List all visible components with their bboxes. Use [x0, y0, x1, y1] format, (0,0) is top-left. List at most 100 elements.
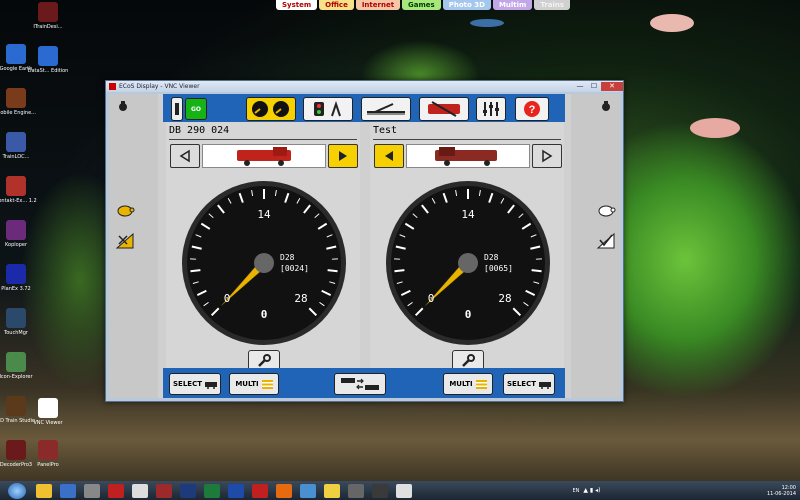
desktop-icon-label: Icon-Explorer: [0, 374, 33, 380]
wrench-icon: [462, 354, 475, 367]
maximize-button[interactable]: ☐: [587, 82, 601, 91]
app-icon: [6, 352, 26, 372]
window-titlebar[interactable]: ECoS Display - VNC Viewer — ☐ ✕: [106, 81, 623, 92]
desktop-icon[interactable]: DataSt... Edition: [24, 46, 72, 74]
launcher-tab[interactable]: Trains: [534, 0, 571, 10]
arrow-right-icon: [339, 151, 347, 161]
multi-right-button[interactable]: MULTI: [443, 373, 493, 395]
app-taskbar-icon[interactable]: [324, 483, 340, 498]
desktop-icon[interactable]: Mobile Engine...: [0, 88, 40, 116]
desktop-icon[interactable]: Kontakt-Ex... 1.2: [0, 176, 40, 204]
track-icon: [367, 103, 405, 115]
launcher-tab[interactable]: System: [276, 0, 318, 10]
tray-icons[interactable]: ▲ ▮ ◂): [583, 487, 600, 494]
help-icon: ?: [524, 101, 540, 117]
launcher-tabs: System Office Internet Games Photo 3D Multim T…: [276, 0, 571, 10]
app-icon: [6, 264, 26, 284]
speed-value: 0: [261, 308, 268, 321]
desktop-icon[interactable]: VNC Viewer: [24, 398, 72, 426]
select-loco-right-button[interactable]: SELECT: [503, 373, 555, 395]
language-indicator[interactable]: EN: [572, 488, 583, 494]
select-loco-left-button[interactable]: SELECT: [169, 373, 221, 395]
word-taskbar-icon[interactable]: [228, 483, 244, 498]
direction-reverse-button[interactable]: [374, 144, 404, 168]
desktop-icon-label: Kontakt-Ex... 1.2: [0, 198, 37, 204]
clock[interactable]: 12:00 11-06-2014: [767, 485, 800, 497]
multi-left-button[interactable]: MULTI: [229, 373, 279, 395]
decoder-program-button[interactable]: [419, 97, 469, 121]
desktop-icon[interactable]: Icon-Explorer: [0, 352, 40, 380]
app-icon: [6, 132, 26, 152]
launcher-tab[interactable]: Internet: [355, 0, 401, 10]
swap-locos-button[interactable]: [334, 373, 386, 395]
settings-button[interactable]: [476, 97, 506, 121]
direction-reverse-button[interactable]: [170, 144, 200, 168]
decoder-type: D28: [280, 253, 295, 262]
clock-date: 11-06-2014: [766, 490, 796, 497]
desktop-icon[interactable]: Koploper: [0, 220, 40, 248]
app-taskbar-icon[interactable]: [132, 483, 148, 498]
vnc-window: ECoS Display - VNC Viewer — ☐ ✕ GO ? DB …: [105, 80, 624, 402]
accessory-button[interactable]: [303, 97, 353, 121]
gauge-tick: [327, 269, 338, 273]
app-taskbar-icon[interactable]: [156, 483, 172, 498]
select-label: SELECT: [173, 380, 202, 388]
locomotive-icon: [435, 147, 497, 166]
desktop-icon[interactable]: TouchMgr: [0, 308, 40, 336]
launcher-tab[interactable]: Office: [319, 0, 354, 10]
direction-forward-button[interactable]: [532, 144, 562, 168]
start-button[interactable]: [8, 482, 26, 499]
multi-label: MULTI: [235, 380, 259, 388]
desktop-icon-label: PlanEx 3.72: [1, 286, 31, 292]
vnc-taskbar-icon[interactable]: [396, 483, 412, 498]
desktop-icon-label: TouchMgr: [4, 330, 28, 336]
ie-taskbar-icon[interactable]: [60, 483, 76, 498]
app-icon: [38, 398, 58, 418]
loco-list-icon: [538, 381, 551, 389]
fish-1: [650, 14, 694, 32]
desktop-icon[interactable]: TrainLOC...: [0, 132, 40, 160]
acrobat-taskbar-icon[interactable]: [252, 483, 268, 498]
close-button[interactable]: ✕: [601, 82, 623, 91]
sliders-icon: [483, 102, 499, 116]
launcher-tab[interactable]: Photo 3D: [442, 0, 491, 10]
shunting-icon[interactable]: [596, 232, 616, 250]
firefox-taskbar-icon[interactable]: [276, 483, 292, 498]
dual-throttle-button[interactable]: [246, 97, 296, 121]
direction-forward-button[interactable]: [328, 144, 358, 168]
right-side-column: [571, 94, 620, 398]
svg-text:?: ?: [529, 104, 536, 116]
lock-icon[interactable]: [600, 100, 612, 112]
app-icon: [6, 88, 26, 108]
turtle-icon[interactable]: [596, 204, 616, 218]
speed-value: 0: [465, 308, 472, 321]
speed-gauge[interactable]: 14 0 28 D28 [0024] 0: [179, 178, 349, 348]
lock-icon[interactable]: [117, 100, 129, 112]
app-taskbar-icon[interactable]: [84, 483, 100, 498]
track-layout-button[interactable]: [361, 97, 411, 121]
photoshop-taskbar-icon[interactable]: [180, 483, 196, 498]
excel-taskbar-icon[interactable]: [204, 483, 220, 498]
launcher-tab[interactable]: Multim: [492, 0, 533, 10]
desktop-icon[interactable]: PlanEx 3.72: [0, 264, 40, 292]
explorer-taskbar-icon[interactable]: [36, 483, 52, 498]
turtle-icon[interactable]: [115, 204, 135, 218]
gauge-tick: [531, 269, 542, 273]
desktop-icon[interactable]: PanelPro: [24, 440, 72, 468]
minimize-button[interactable]: —: [573, 82, 587, 91]
launcher-tab[interactable]: Games: [402, 0, 441, 10]
desktop-icon[interactable]: ITrainDesi...: [24, 2, 72, 30]
go-button[interactable]: GO: [185, 98, 207, 120]
app-taskbar-icon[interactable]: [300, 483, 316, 498]
app-taskbar-icon[interactable]: [372, 483, 388, 498]
help-button[interactable]: ?: [515, 97, 549, 121]
shunting-icon[interactable]: [115, 232, 135, 250]
window-title: ECoS Display - VNC Viewer: [119, 83, 200, 90]
top-toolbar: GO ?: [163, 94, 565, 122]
filezilla-taskbar-icon[interactable]: [108, 483, 124, 498]
app-icon: [38, 46, 58, 66]
desktop-icon-label: PanelPro: [37, 462, 59, 468]
speed-gauge[interactable]: 14 0 28 D28 [0065] 0: [383, 178, 553, 348]
app-taskbar-icon[interactable]: [348, 483, 364, 498]
wrench-icon: [258, 354, 271, 367]
